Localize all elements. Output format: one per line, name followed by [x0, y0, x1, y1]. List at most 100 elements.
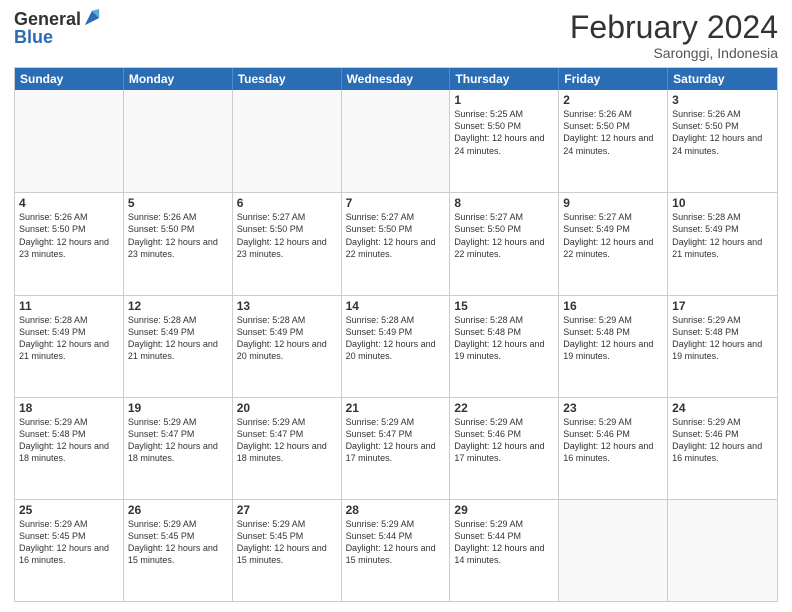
- calendar-cell: 4Sunrise: 5:26 AM Sunset: 5:50 PM Daylig…: [15, 193, 124, 294]
- calendar-cell: 17Sunrise: 5:29 AM Sunset: 5:48 PM Dayli…: [668, 296, 777, 397]
- day-info: Sunrise: 5:28 AM Sunset: 5:49 PM Dayligh…: [346, 314, 446, 363]
- day-number: 5: [128, 196, 228, 210]
- header-cell-thursday: Thursday: [450, 68, 559, 90]
- calendar-row-4: 25Sunrise: 5:29 AM Sunset: 5:45 PM Dayli…: [15, 499, 777, 601]
- day-number: 22: [454, 401, 554, 415]
- day-info: Sunrise: 5:29 AM Sunset: 5:46 PM Dayligh…: [672, 416, 773, 465]
- day-number: 9: [563, 196, 663, 210]
- calendar-cell: 27Sunrise: 5:29 AM Sunset: 5:45 PM Dayli…: [233, 500, 342, 601]
- calendar-cell: 25Sunrise: 5:29 AM Sunset: 5:45 PM Dayli…: [15, 500, 124, 601]
- calendar-cell: 12Sunrise: 5:28 AM Sunset: 5:49 PM Dayli…: [124, 296, 233, 397]
- day-info: Sunrise: 5:25 AM Sunset: 5:50 PM Dayligh…: [454, 108, 554, 157]
- day-info: Sunrise: 5:28 AM Sunset: 5:48 PM Dayligh…: [454, 314, 554, 363]
- day-number: 6: [237, 196, 337, 210]
- calendar-cell: 3Sunrise: 5:26 AM Sunset: 5:50 PM Daylig…: [668, 90, 777, 192]
- day-number: 25: [19, 503, 119, 517]
- header-cell-wednesday: Wednesday: [342, 68, 451, 90]
- day-number: 29: [454, 503, 554, 517]
- calendar-cell: 18Sunrise: 5:29 AM Sunset: 5:48 PM Dayli…: [15, 398, 124, 499]
- calendar-cell: [15, 90, 124, 192]
- month-title: February 2024: [570, 10, 778, 45]
- day-number: 12: [128, 299, 228, 313]
- calendar-cell: 23Sunrise: 5:29 AM Sunset: 5:46 PM Dayli…: [559, 398, 668, 499]
- day-number: 20: [237, 401, 337, 415]
- day-number: 13: [237, 299, 337, 313]
- day-info: Sunrise: 5:26 AM Sunset: 5:50 PM Dayligh…: [19, 211, 119, 260]
- calendar-cell: 2Sunrise: 5:26 AM Sunset: 5:50 PM Daylig…: [559, 90, 668, 192]
- calendar-cell: 26Sunrise: 5:29 AM Sunset: 5:45 PM Dayli…: [124, 500, 233, 601]
- day-info: Sunrise: 5:26 AM Sunset: 5:50 PM Dayligh…: [672, 108, 773, 157]
- day-number: 23: [563, 401, 663, 415]
- calendar-cell: 28Sunrise: 5:29 AM Sunset: 5:44 PM Dayli…: [342, 500, 451, 601]
- day-number: 15: [454, 299, 554, 313]
- day-info: Sunrise: 5:29 AM Sunset: 5:44 PM Dayligh…: [454, 518, 554, 567]
- calendar-cell: 9Sunrise: 5:27 AM Sunset: 5:49 PM Daylig…: [559, 193, 668, 294]
- day-info: Sunrise: 5:29 AM Sunset: 5:47 PM Dayligh…: [346, 416, 446, 465]
- day-info: Sunrise: 5:27 AM Sunset: 5:49 PM Dayligh…: [563, 211, 663, 260]
- calendar-cell: 11Sunrise: 5:28 AM Sunset: 5:49 PM Dayli…: [15, 296, 124, 397]
- day-info: Sunrise: 5:27 AM Sunset: 5:50 PM Dayligh…: [237, 211, 337, 260]
- day-info: Sunrise: 5:28 AM Sunset: 5:49 PM Dayligh…: [19, 314, 119, 363]
- logo: General Blue: [14, 10, 101, 48]
- calendar-cell: 24Sunrise: 5:29 AM Sunset: 5:46 PM Dayli…: [668, 398, 777, 499]
- day-info: Sunrise: 5:26 AM Sunset: 5:50 PM Dayligh…: [128, 211, 228, 260]
- calendar-row-2: 11Sunrise: 5:28 AM Sunset: 5:49 PM Dayli…: [15, 295, 777, 397]
- calendar-cell: [124, 90, 233, 192]
- day-number: 24: [672, 401, 773, 415]
- calendar-cell: 7Sunrise: 5:27 AM Sunset: 5:50 PM Daylig…: [342, 193, 451, 294]
- day-info: Sunrise: 5:29 AM Sunset: 5:48 PM Dayligh…: [672, 314, 773, 363]
- calendar-cell: 13Sunrise: 5:28 AM Sunset: 5:49 PM Dayli…: [233, 296, 342, 397]
- day-info: Sunrise: 5:29 AM Sunset: 5:45 PM Dayligh…: [237, 518, 337, 567]
- calendar-cell: 19Sunrise: 5:29 AM Sunset: 5:47 PM Dayli…: [124, 398, 233, 499]
- day-number: 19: [128, 401, 228, 415]
- day-info: Sunrise: 5:27 AM Sunset: 5:50 PM Dayligh…: [346, 211, 446, 260]
- calendar-cell: 10Sunrise: 5:28 AM Sunset: 5:49 PM Dayli…: [668, 193, 777, 294]
- header-cell-tuesday: Tuesday: [233, 68, 342, 90]
- calendar-cell: 14Sunrise: 5:28 AM Sunset: 5:49 PM Dayli…: [342, 296, 451, 397]
- day-number: 8: [454, 196, 554, 210]
- day-number: 4: [19, 196, 119, 210]
- calendar-cell: 22Sunrise: 5:29 AM Sunset: 5:46 PM Dayli…: [450, 398, 559, 499]
- logo-blue: Blue: [14, 28, 101, 48]
- day-number: 21: [346, 401, 446, 415]
- calendar-body: 1Sunrise: 5:25 AM Sunset: 5:50 PM Daylig…: [15, 90, 777, 601]
- page-header: General Blue February 2024 Saronggi, Ind…: [14, 10, 778, 61]
- day-info: Sunrise: 5:28 AM Sunset: 5:49 PM Dayligh…: [672, 211, 773, 260]
- calendar: SundayMondayTuesdayWednesdayThursdayFrid…: [14, 67, 778, 602]
- day-number: 16: [563, 299, 663, 313]
- day-info: Sunrise: 5:29 AM Sunset: 5:44 PM Dayligh…: [346, 518, 446, 567]
- day-number: 26: [128, 503, 228, 517]
- calendar-cell: 6Sunrise: 5:27 AM Sunset: 5:50 PM Daylig…: [233, 193, 342, 294]
- day-number: 27: [237, 503, 337, 517]
- day-number: 11: [19, 299, 119, 313]
- day-info: Sunrise: 5:29 AM Sunset: 5:46 PM Dayligh…: [454, 416, 554, 465]
- calendar-cell: [559, 500, 668, 601]
- calendar-cell: [668, 500, 777, 601]
- calendar-cell: 15Sunrise: 5:28 AM Sunset: 5:48 PM Dayli…: [450, 296, 559, 397]
- calendar-cell: 16Sunrise: 5:29 AM Sunset: 5:48 PM Dayli…: [559, 296, 668, 397]
- day-info: Sunrise: 5:29 AM Sunset: 5:47 PM Dayligh…: [128, 416, 228, 465]
- day-info: Sunrise: 5:28 AM Sunset: 5:49 PM Dayligh…: [128, 314, 228, 363]
- calendar-row-0: 1Sunrise: 5:25 AM Sunset: 5:50 PM Daylig…: [15, 90, 777, 192]
- header-cell-friday: Friday: [559, 68, 668, 90]
- day-number: 7: [346, 196, 446, 210]
- calendar-header: SundayMondayTuesdayWednesdayThursdayFrid…: [15, 68, 777, 90]
- day-number: 17: [672, 299, 773, 313]
- calendar-row-1: 4Sunrise: 5:26 AM Sunset: 5:50 PM Daylig…: [15, 192, 777, 294]
- day-info: Sunrise: 5:29 AM Sunset: 5:45 PM Dayligh…: [128, 518, 228, 567]
- day-number: 3: [672, 93, 773, 107]
- day-number: 28: [346, 503, 446, 517]
- title-area: February 2024 Saronggi, Indonesia: [570, 10, 778, 61]
- calendar-cell: 29Sunrise: 5:29 AM Sunset: 5:44 PM Dayli…: [450, 500, 559, 601]
- calendar-row-3: 18Sunrise: 5:29 AM Sunset: 5:48 PM Dayli…: [15, 397, 777, 499]
- calendar-cell: 8Sunrise: 5:27 AM Sunset: 5:50 PM Daylig…: [450, 193, 559, 294]
- calendar-cell: [342, 90, 451, 192]
- calendar-cell: 5Sunrise: 5:26 AM Sunset: 5:50 PM Daylig…: [124, 193, 233, 294]
- day-info: Sunrise: 5:29 AM Sunset: 5:48 PM Dayligh…: [19, 416, 119, 465]
- logo-text: General Blue: [14, 10, 101, 48]
- day-number: 10: [672, 196, 773, 210]
- calendar-cell: [233, 90, 342, 192]
- header-cell-monday: Monday: [124, 68, 233, 90]
- day-number: 14: [346, 299, 446, 313]
- day-info: Sunrise: 5:29 AM Sunset: 5:45 PM Dayligh…: [19, 518, 119, 567]
